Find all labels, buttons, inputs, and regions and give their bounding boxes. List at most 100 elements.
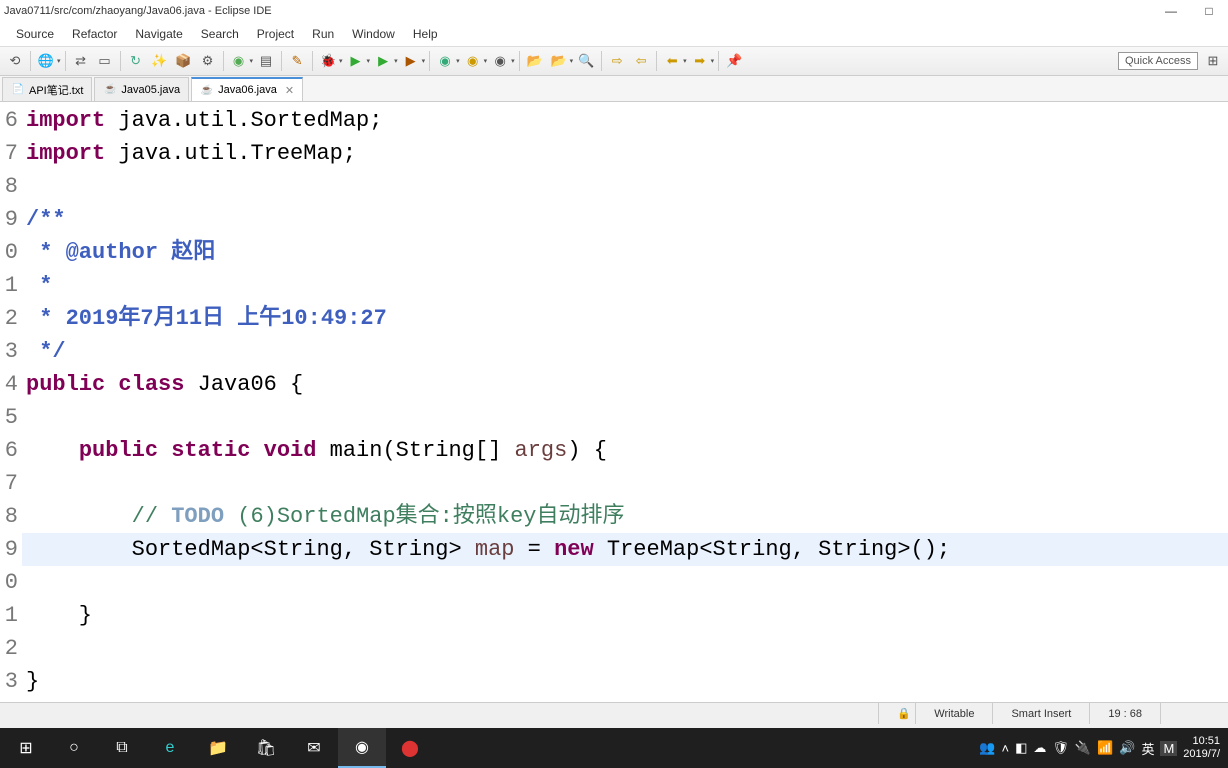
package-icon[interactable]: 📦 [173, 50, 195, 72]
new-proj-icon[interactable]: ◉ [489, 50, 511, 72]
line-number: 6 [0, 434, 22, 467]
tab-label: Java06.java [218, 84, 277, 96]
window-title: Java0711/src/com/zhaoyang/Java06.java - … [4, 5, 272, 17]
line-number: 9 [0, 203, 22, 236]
java-file-icon: ☕ [103, 83, 117, 97]
code-line[interactable]: public class Java06 { [22, 368, 1228, 401]
code-line[interactable]: } [22, 665, 1228, 698]
pin-icon[interactable]: 📌 [723, 50, 745, 72]
menu-project[interactable]: Project [249, 25, 302, 43]
record-icon[interactable]: ⬤ [386, 728, 434, 768]
open-type-icon[interactable]: 📂 [524, 50, 546, 72]
eclipse-icon[interactable]: ◉ [338, 728, 386, 768]
perspective-icon[interactable]: ⊞ [1202, 50, 1224, 72]
explorer-icon[interactable]: 📁 [194, 728, 242, 768]
code-line[interactable] [22, 170, 1228, 203]
quick-access[interactable]: Quick Access [1118, 52, 1198, 70]
line-number: 3 [0, 665, 22, 698]
coverage-icon[interactable]: ▶ [372, 50, 394, 72]
drawer-icon[interactable]: ▤ [255, 50, 277, 72]
nav-last-icon[interactable]: ⇦ [630, 50, 652, 72]
code-line[interactable]: import java.util.SortedMap; [22, 104, 1228, 137]
tab-label: API笔记.txt [29, 82, 83, 98]
tray-app-icon[interactable]: ◧ [1015, 740, 1027, 756]
power-icon[interactable]: 🔌 [1075, 740, 1091, 756]
code-line[interactable]: public static void main(String[] args) { [22, 434, 1228, 467]
line-number: 7 [0, 137, 22, 170]
debug-icon[interactable]: 🐞 [317, 50, 339, 72]
edge-icon[interactable]: e [146, 728, 194, 768]
ime-lang[interactable]: 英 [1141, 739, 1154, 758]
code-line[interactable]: SortedMap<String, String> map = new Tree… [22, 533, 1228, 566]
menu-bar: Source Refactor Navigate Search Project … [0, 22, 1228, 46]
sync-icon[interactable]: ⇄ [70, 50, 92, 72]
volume-icon[interactable]: 🔊 [1119, 740, 1135, 756]
people-icon[interactable]: 👥 [979, 740, 995, 756]
code-line[interactable]: * 2019年7月11日 上午10:49:27 [22, 302, 1228, 335]
tray-up-icon[interactable]: ˄ [1001, 741, 1009, 756]
tab-api-notes[interactable]: 📄 API笔记.txt [2, 77, 92, 101]
toolbar: ⟲ 🌐▾ ⇄ ▭ ↻ ✨ 📦 ⚙ ◉▾ ▤ ✎ 🐞▾ ▶▾ ▶▾ ▶▾ ◉▾ ◉… [0, 46, 1228, 76]
code-area[interactable]: import java.util.SortedMap;import java.u… [22, 102, 1228, 702]
code-line[interactable] [22, 632, 1228, 665]
open-task-icon[interactable]: 📂 [548, 50, 570, 72]
java-file-icon: ☕ [200, 83, 214, 97]
code-line[interactable]: * [22, 269, 1228, 302]
code-line[interactable]: * @author 赵阳 [22, 236, 1228, 269]
wand-icon[interactable]: ✨ [149, 50, 171, 72]
search-icon[interactable]: 🔍 [575, 50, 597, 72]
line-number: 2 [0, 302, 22, 335]
menu-window[interactable]: Window [344, 25, 403, 43]
code-line[interactable] [22, 401, 1228, 434]
close-icon[interactable]: ✕ [285, 84, 294, 97]
new-pkg-icon[interactable]: ◉ [462, 50, 484, 72]
status-writable: Writable [915, 703, 992, 724]
task-view-icon[interactable]: ⧉ [98, 728, 146, 768]
config-icon[interactable]: ⚙ [197, 50, 219, 72]
refresh-icon[interactable]: ↻ [125, 50, 147, 72]
code-line[interactable] [22, 566, 1228, 599]
defender-icon[interactable]: 🛡 [1052, 740, 1069, 756]
title-bar: Java0711/src/com/zhaoyang/Java06.java - … [0, 0, 1228, 22]
code-line[interactable]: import java.util.TreeMap; [22, 137, 1228, 170]
menu-refactor[interactable]: Refactor [64, 25, 125, 43]
editors-icon[interactable]: ▭ [94, 50, 116, 72]
start-button[interactable]: ⊞ [2, 728, 50, 768]
menu-navigate[interactable]: Navigate [127, 25, 190, 43]
maximize-button[interactable]: □ [1194, 1, 1224, 21]
minimize-button[interactable]: — [1156, 1, 1186, 21]
back-icon[interactable]: ⬅ [661, 50, 683, 72]
menu-run[interactable]: Run [304, 25, 342, 43]
run-icon[interactable]: ▶ [345, 50, 367, 72]
nav-annot-icon[interactable]: ⇨ [606, 50, 628, 72]
code-line[interactable]: // TODO (6)SortedMap集合:按照key自动排序 [22, 500, 1228, 533]
menu-source[interactable]: Source [8, 25, 62, 43]
ime-mode[interactable]: M [1160, 741, 1177, 756]
tab-java06[interactable]: ☕ Java06.java ✕ [191, 77, 303, 101]
task-icon[interactable]: ✎ [286, 50, 308, 72]
ext-run-icon[interactable]: ▶ [400, 50, 422, 72]
store-icon[interactable]: 🛍 [242, 728, 290, 768]
cortana-icon[interactable]: ○ [50, 728, 98, 768]
code-editor[interactable]: 678901234567890123 import java.util.Sort… [0, 102, 1228, 702]
status-cursor-pos: 19 : 68 [1089, 703, 1160, 724]
mail-icon[interactable]: ✉ [290, 728, 338, 768]
code-line[interactable]: /** [22, 203, 1228, 236]
tab-java05[interactable]: ☕ Java05.java [94, 77, 189, 101]
code-line[interactable]: } [22, 599, 1228, 632]
browser-icon[interactable]: 🌐 [35, 50, 57, 72]
status-insert: Smart Insert [992, 703, 1089, 724]
clock-time: 10:51 [1183, 735, 1220, 748]
wifi-icon[interactable]: 📶 [1097, 740, 1113, 756]
restore-icon[interactable]: ⟲ [4, 50, 26, 72]
code-line[interactable] [22, 467, 1228, 500]
menu-help[interactable]: Help [405, 25, 446, 43]
taskbar-clock[interactable]: 10:51 2019/7/ [1183, 735, 1220, 761]
new-icon[interactable]: ◉ [228, 50, 250, 72]
onedrive-icon[interactable]: ☁ [1033, 740, 1046, 756]
menu-search[interactable]: Search [193, 25, 247, 43]
forward-icon[interactable]: ➡ [689, 50, 711, 72]
line-number: 6 [0, 104, 22, 137]
new-class-icon[interactable]: ◉ [434, 50, 456, 72]
code-line[interactable]: */ [22, 335, 1228, 368]
